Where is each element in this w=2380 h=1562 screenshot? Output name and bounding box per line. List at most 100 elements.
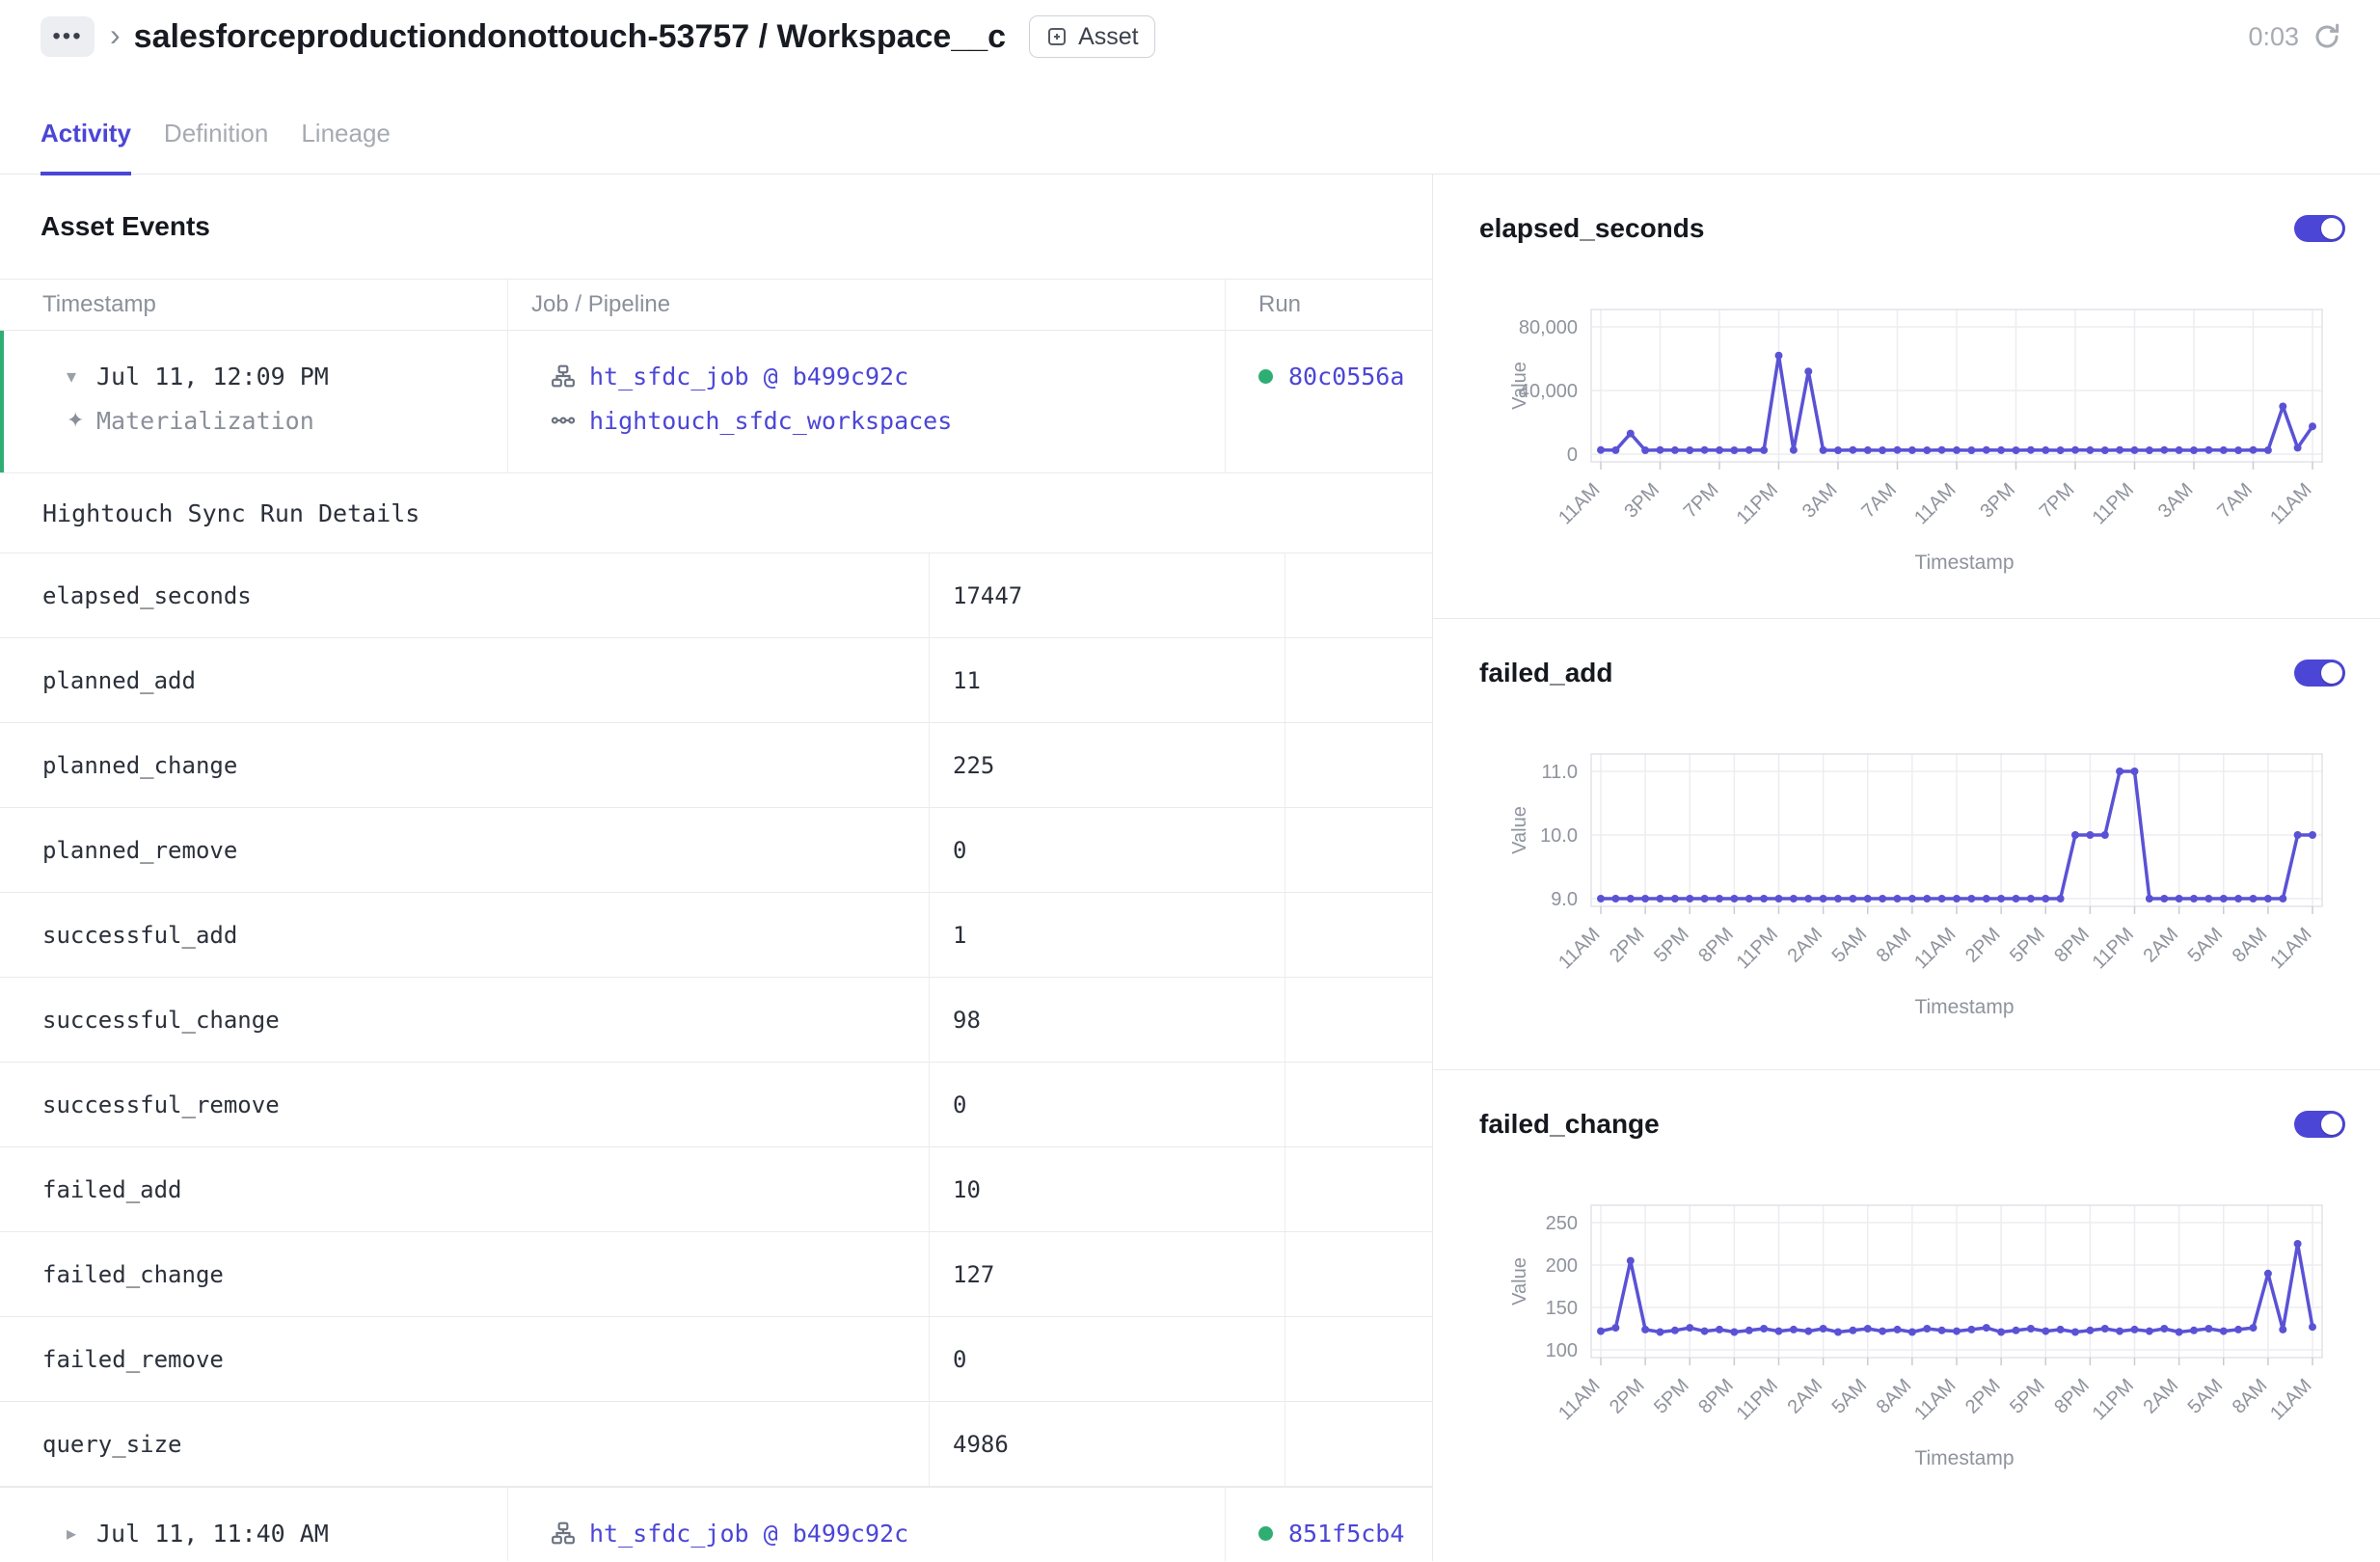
svg-text:7PM: 7PM <box>1680 479 1723 523</box>
svg-text:0: 0 <box>1567 444 1578 466</box>
line-chart: 9.010.011.011AM2PM5PM8PM11PM2AM5AM8AM11A… <box>1491 739 2345 996</box>
detail-row: query_size 4986 <box>0 1402 1432 1487</box>
x-axis-label: Timestamp <box>1599 996 2330 1019</box>
line-chart: 040,00080,00011AM3PM7PM11PM3AM7AM11AM3PM… <box>1491 294 2345 552</box>
run-id-link[interactable]: 80c0556a <box>1288 363 1404 390</box>
svg-text:8AM: 8AM <box>2229 1375 2272 1418</box>
asset-badge-label: Asset <box>1078 23 1139 51</box>
svg-text:11PM: 11PM <box>1733 924 1782 973</box>
detail-key: planned_remove <box>0 808 929 892</box>
svg-text:11AM: 11AM <box>1910 924 1960 973</box>
run-status-dot <box>1258 369 1273 384</box>
svg-text:8AM: 8AM <box>1873 924 1916 967</box>
detail-key: planned_add <box>0 638 929 722</box>
overflow-menu-button[interactable]: ••• <box>41 16 95 57</box>
expand-caret-icon[interactable]: ▸ <box>67 1522 96 1546</box>
svg-text:Value: Value <box>1509 362 1530 410</box>
job-icon <box>551 364 576 389</box>
detail-row: failed_change 127 <box>0 1232 1432 1317</box>
refresh-timer: 0:03 <box>2248 22 2299 52</box>
overflow-dots-icon: ••• <box>52 23 82 50</box>
detail-key: successful_change <box>0 978 929 1062</box>
detail-key: successful_remove <box>0 1063 929 1146</box>
svg-text:8PM: 8PM <box>2050 1375 2094 1418</box>
svg-text:3AM: 3AM <box>1799 479 1842 523</box>
pipeline-link[interactable]: hightouch_sfdc_workspaces <box>589 407 952 435</box>
svg-text:150: 150 <box>1546 1298 1578 1319</box>
job-icon <box>551 1521 576 1546</box>
detail-value: 0 <box>929 1063 1285 1146</box>
svg-text:5PM: 5PM <box>2006 924 2049 967</box>
svg-text:2AM: 2AM <box>1784 924 1827 967</box>
svg-text:5AM: 5AM <box>2184 1375 2228 1418</box>
asset-type-badge: Asset <box>1029 15 1155 58</box>
svg-text:5PM: 5PM <box>1650 924 1693 967</box>
svg-text:11AM: 11AM <box>2266 924 2315 973</box>
column-header-timestamp: Timestamp <box>0 280 507 330</box>
asset-events-title: Asset Events <box>41 211 210 242</box>
event-row[interactable]: ▸ Jul 11, 11:40 AM ✦ Materialization ht_… <box>0 1487 1432 1561</box>
column-header-run: Run <box>1225 280 1432 330</box>
svg-text:11PM: 11PM <box>2089 479 2138 528</box>
svg-text:2PM: 2PM <box>1606 1375 1649 1418</box>
detail-key: elapsed_seconds <box>0 553 929 637</box>
svg-text:11AM: 11AM <box>1910 1375 1960 1424</box>
line-chart: 10015020025011AM2PM5PM8PM11PM2AM5AM8AM11… <box>1491 1190 2345 1447</box>
event-row[interactable]: ▾ Jul 11, 12:09 PM ✦ Materialization ht_… <box>0 331 1432 473</box>
detail-row: failed_remove 0 <box>0 1317 1432 1402</box>
toggle-knob <box>2321 1114 2342 1135</box>
chart-toggle[interactable] <box>2294 660 2345 687</box>
svg-text:11PM: 11PM <box>2089 1375 2138 1424</box>
svg-text:250: 250 <box>1546 1213 1578 1234</box>
pipeline-icon <box>551 408 576 433</box>
svg-text:7AM: 7AM <box>1857 479 1901 523</box>
svg-text:7PM: 7PM <box>2036 479 2079 523</box>
x-axis-label: Timestamp <box>1599 552 2330 575</box>
topbar: ••• › salesforceproductiondonottouch-537… <box>0 0 2380 67</box>
tab-lineage[interactable]: Lineage <box>301 119 391 175</box>
svg-text:5PM: 5PM <box>2006 1375 2049 1418</box>
detail-key: successful_add <box>0 893 929 977</box>
column-header-job-pipeline: Job / Pipeline <box>507 280 1225 330</box>
detail-row: failed_add 10 <box>0 1147 1432 1232</box>
detail-value: 0 <box>929 808 1285 892</box>
active-row-accent <box>0 331 4 472</box>
svg-text:11AM: 11AM <box>1910 479 1960 528</box>
run-status-dot <box>1258 1526 1273 1541</box>
svg-text:11AM: 11AM <box>2266 1375 2315 1424</box>
tab-definition[interactable]: Definition <box>164 119 268 175</box>
svg-text:5PM: 5PM <box>1650 1375 1693 1418</box>
svg-text:10.0: 10.0 <box>1540 825 1578 847</box>
tab-activity[interactable]: Activity <box>41 119 131 175</box>
svg-text:7AM: 7AM <box>2213 479 2257 523</box>
breadcrumb-chevron-icon: › <box>110 17 121 53</box>
detail-value: 4986 <box>929 1402 1285 1486</box>
svg-text:2PM: 2PM <box>1961 1375 2005 1418</box>
job-link[interactable]: ht_sfdc_job @ b499c92c <box>589 363 908 390</box>
run-id-link[interactable]: 851f5cb4 <box>1288 1520 1404 1548</box>
events-table-header: Timestamp Job / Pipeline Run <box>0 280 1432 331</box>
svg-text:Value: Value <box>1509 806 1530 854</box>
chart-card-failed-add: failed_add 9.010.011.011AM2PM5PM8PM11PM2… <box>1433 619 2380 1070</box>
charts-panel: elapsed_seconds 040,00080,00011AM3PM7PM1… <box>1433 175 2380 1561</box>
detail-value: 11 <box>929 638 1285 722</box>
svg-text:2AM: 2AM <box>2140 924 2183 967</box>
svg-text:Value: Value <box>1509 1257 1530 1306</box>
event-type: Materialization <box>96 407 314 435</box>
svg-text:5AM: 5AM <box>2184 924 2228 967</box>
collapse-caret-icon[interactable]: ▾ <box>67 364 96 389</box>
detail-value: 127 <box>929 1232 1285 1316</box>
chart-title: failed_add <box>1479 658 1612 688</box>
svg-text:9.0: 9.0 <box>1551 889 1578 910</box>
job-link[interactable]: ht_sfdc_job @ b499c92c <box>589 1520 908 1548</box>
detail-row: successful_change 98 <box>0 978 1432 1063</box>
chart-toggle[interactable] <box>2294 1111 2345 1138</box>
chart-toggle[interactable] <box>2294 215 2345 242</box>
asset-icon <box>1045 25 1068 48</box>
detail-key: planned_change <box>0 723 929 807</box>
svg-text:2PM: 2PM <box>1961 924 2005 967</box>
svg-text:2PM: 2PM <box>1606 924 1649 967</box>
materialization-icon: ✦ <box>67 408 96 433</box>
refresh-icon[interactable] <box>2312 22 2341 51</box>
svg-text:5AM: 5AM <box>1828 1375 1872 1418</box>
